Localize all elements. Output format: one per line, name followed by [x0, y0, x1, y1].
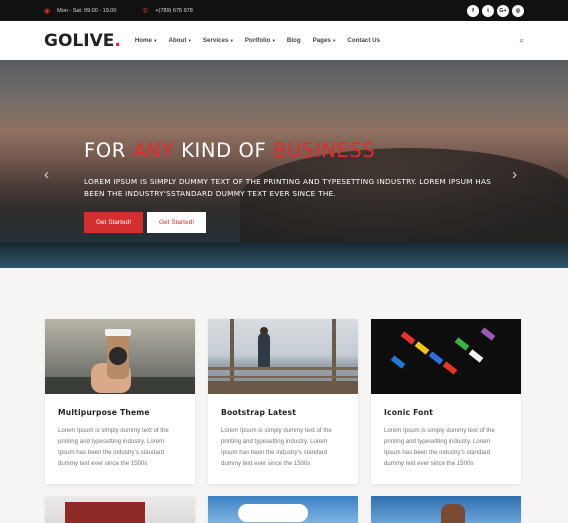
opening-hours: ◉ Mon - Sat: 09.00 - 19.00 [44, 7, 116, 15]
sky-clouds-image [208, 496, 358, 523]
slider-prev-icon[interactable]: ‹ [44, 166, 49, 183]
card-title: Iconic Font [384, 408, 434, 417]
red-house-image [45, 496, 195, 523]
nav-label: Services [202, 37, 229, 44]
main-nav: Home ▾ About ▾ Services ▾ Portfolio ▾ Bl… [135, 37, 380, 44]
logo-dot: . [114, 30, 121, 51]
nav-item-blog[interactable]: Blog [287, 37, 301, 44]
card-title: Bootstrap Latest [221, 408, 297, 417]
hero-overlay [0, 60, 568, 268]
image-detail [208, 376, 358, 378]
hero-title: FOR ANY KIND OF BUSINESS [84, 139, 375, 162]
image-detail [109, 347, 127, 365]
search-icon[interactable]: ⌕ [520, 36, 524, 46]
clock-icon: ◉ [44, 7, 51, 15]
main-header: GOLIVE. Home ▾ About ▾ Services ▾ Portfo… [0, 21, 568, 60]
nav-item-about[interactable]: About ▾ [169, 37, 191, 44]
opening-hours-text: Mon - Sat: 09.00 - 19.00 [57, 7, 117, 14]
feature-card-row2-1[interactable] [45, 496, 195, 523]
man-on-pier-image [208, 319, 358, 394]
nav-item-contact[interactable]: Contact Us [347, 37, 380, 44]
logo-text: GOLIVE [44, 30, 115, 51]
hero-title-highlight: ANY [132, 139, 175, 162]
slider-next-icon[interactable]: › [512, 166, 517, 183]
hero-title-part: FOR [84, 139, 133, 162]
feature-card-bootstrap[interactable]: Bootstrap Latest Lorem Ipsum is simply d… [208, 319, 358, 484]
top-bar: ◉ Mon - Sat: 09.00 - 19.00 ✆ +(789) 675 … [0, 0, 568, 21]
feature-card-row2-3[interactable] [371, 496, 521, 523]
social-links: f t G+ ◎ [467, 4, 524, 17]
image-detail [441, 504, 465, 523]
image-detail [480, 327, 496, 341]
card-text: Lorem Ipsum is simply dummy text of the … [384, 427, 495, 467]
nav-label: About [168, 37, 187, 44]
image-detail [258, 333, 270, 367]
facebook-icon[interactable]: f [467, 4, 479, 17]
phone-number-text: +(789) 675 978 [155, 7, 193, 14]
get-started-button-primary[interactable]: Get Started! [84, 212, 143, 233]
rock-sky-image [371, 496, 521, 523]
nav-item-services[interactable]: Services ▾ [203, 37, 233, 44]
google-plus-icon[interactable]: G+ [497, 4, 509, 17]
image-detail [428, 351, 444, 365]
nav-item-pages[interactable]: Pages ▾ [313, 37, 336, 44]
phone-icon: ✆ [142, 7, 149, 15]
nav-label: Contact Us [347, 37, 381, 44]
hero-title-part: KIND OF [174, 139, 274, 162]
image-detail [208, 367, 358, 370]
image-detail [105, 329, 131, 336]
phone-number: ✆ +(789) 675 978 [142, 7, 192, 15]
get-started-button-secondary[interactable]: Get Started! [147, 212, 206, 233]
image-detail [208, 381, 358, 394]
hero-title-highlight: BUSINESS [273, 139, 376, 162]
twitter-icon[interactable]: t [482, 4, 494, 17]
nav-label: Blog [286, 37, 301, 44]
card-body: Bootstrap Latest Lorem Ipsum is simply d… [208, 394, 358, 484]
feature-card-row2-2[interactable] [208, 496, 358, 523]
feature-card-multipurpose[interactable]: Multipurpose Theme Lorem Ipsum is simply… [45, 319, 195, 484]
card-body: Iconic Font Lorem Ipsum is simply dummy … [371, 394, 521, 484]
image-detail [414, 341, 430, 355]
site-logo[interactable]: GOLIVE. [44, 31, 121, 51]
caret-down-icon: ▾ [271, 38, 275, 43]
image-detail [238, 504, 308, 522]
colorful-books-image [371, 319, 521, 394]
nav-item-portfolio[interactable]: Portfolio ▾ [245, 37, 275, 44]
image-detail [390, 355, 406, 369]
nav-label: Pages [312, 37, 331, 44]
caret-down-icon: ▾ [331, 38, 336, 43]
caret-down-icon: ▾ [187, 38, 191, 43]
nav-label: Home [134, 37, 153, 44]
image-detail [454, 337, 470, 351]
dribbble-icon[interactable]: ◎ [512, 4, 524, 17]
feature-card-iconic-font[interactable]: Iconic Font Lorem Ipsum is simply dummy … [371, 319, 521, 484]
card-body: Multipurpose Theme Lorem Ipsum is simply… [45, 394, 195, 484]
caret-down-icon: ▾ [229, 38, 233, 43]
coffee-cup-image [45, 319, 195, 394]
image-detail [442, 361, 458, 375]
image-detail [468, 349, 484, 363]
image-detail [260, 327, 268, 335]
card-text: Lorem Ipsum is simply dummy text of the … [58, 427, 169, 467]
card-text: Lorem Ipsum is simply dummy text of the … [221, 427, 332, 467]
nav-label: Portfolio [244, 37, 271, 44]
hero-description: LOREM IPSUM IS SIMPLY DUMMY TEXT OF THE … [84, 177, 492, 198]
card-title: Multipurpose Theme [58, 408, 150, 417]
image-detail [400, 331, 416, 345]
caret-down-icon: ▾ [153, 38, 157, 43]
nav-item-home[interactable]: Home ▾ [135, 37, 157, 44]
hero-slider: ‹ › [0, 60, 568, 268]
image-detail [65, 502, 145, 523]
